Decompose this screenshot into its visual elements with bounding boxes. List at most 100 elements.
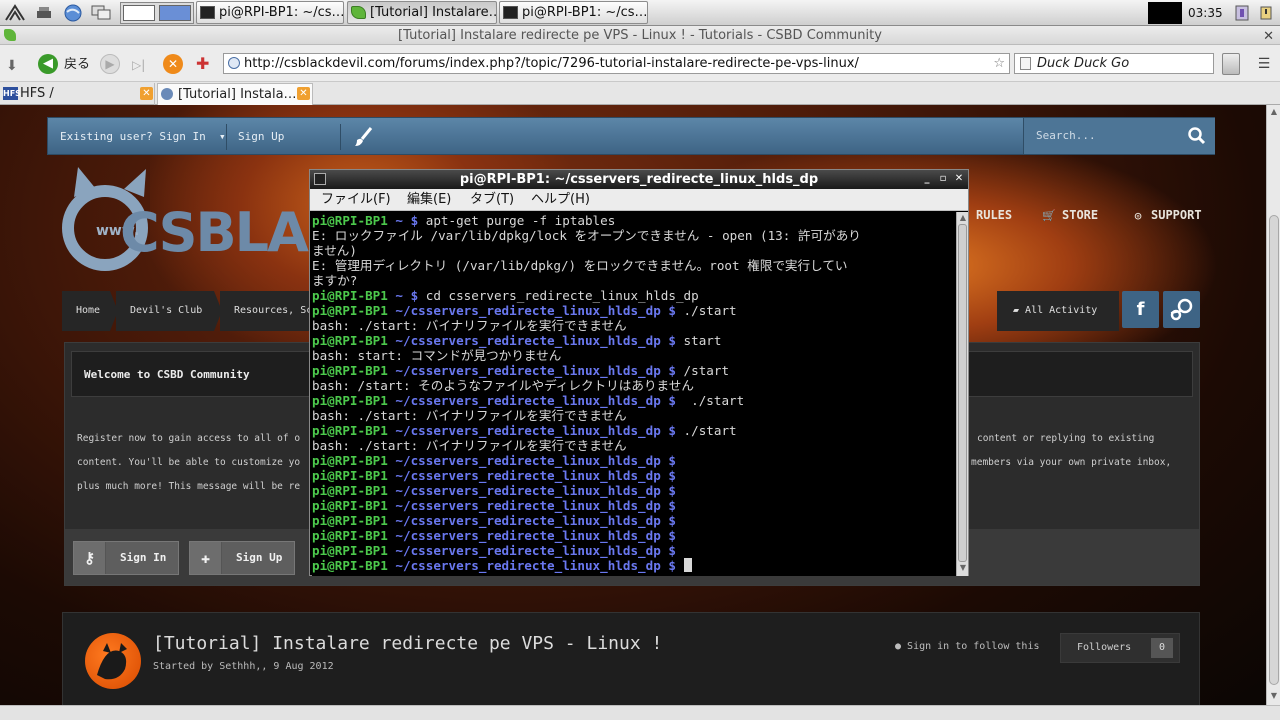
- terminal-line: pi@RPI-BP1 ~/csservers_redirecte_linux_h…: [312, 483, 956, 498]
- prompt-user: pi@RPI-BP1: [312, 288, 388, 303]
- scroll-up-icon[interactable]: ▲: [1269, 107, 1279, 117]
- all-activity-link[interactable]: ▰ All Activity: [997, 291, 1119, 331]
- site-favicon-icon: [161, 88, 173, 100]
- bookmark-star-icon[interactable]: ☆: [993, 54, 1005, 73]
- terminal-window[interactable]: pi@RPI-BP1: ~/csservers_redirecte_linux_…: [309, 169, 969, 576]
- bookmark-add-icon[interactable]: ✚: [196, 53, 216, 75]
- browser-titlebar[interactable]: [Tutorial] Instalare redirecte pe VPS - …: [0, 26, 1280, 45]
- welcome-text-line2-left: content. You'll be able to customize yo: [77, 457, 301, 468]
- avatar[interactable]: [85, 633, 141, 689]
- scroll-down-icon[interactable]: ▼: [1269, 691, 1279, 701]
- tab-tutorial[interactable]: [Tutorial] Instala…: [157, 83, 313, 105]
- command-text: ./start: [675, 393, 745, 408]
- tab-close-icon[interactable]: ✕: [140, 87, 153, 100]
- menu-icon[interactable]: ☰: [1254, 53, 1274, 75]
- start-menu-icon[interactable]: [4, 3, 26, 23]
- task-browser[interactable]: [Tutorial] Instalare…: [347, 1, 497, 24]
- maximize-icon[interactable]: ▫: [936, 172, 950, 186]
- signup-link[interactable]: Sign Up: [238, 118, 284, 156]
- url-input[interactable]: http://csblackdevil.com/forums/index.php…: [223, 53, 1010, 74]
- tab-close-icon[interactable]: ✕: [297, 87, 310, 100]
- folder-icon: ▰: [1013, 305, 1026, 316]
- terminal-titlebar[interactable]: pi@RPI-BP1: ~/csservers_redirecte_linux_…: [310, 170, 968, 189]
- workspace-pager[interactable]: [120, 2, 194, 24]
- command-text: cd csservers_redirecte_linux_hlds_dp: [418, 288, 699, 303]
- minimize-icon[interactable]: _: [920, 172, 934, 186]
- output-text: bash: ./start: バイナリファイルを実行できません: [312, 408, 627, 423]
- terminal-output[interactable]: pi@RPI-BP1 ~ $ apt-get purge -f iptables…: [312, 212, 956, 576]
- workspace-2[interactable]: [159, 5, 191, 21]
- terminal-line: pi@RPI-BP1 ~/csservers_redirecte_linux_h…: [312, 543, 956, 558]
- terminal-scrollbar[interactable]: ▲ ▼: [956, 212, 968, 576]
- download-icon[interactable]: ⬇: [6, 55, 28, 77]
- prompt-path: ~/csservers_redirecte_linux_hlds_dp $: [387, 393, 676, 408]
- terminal-line: pi@RPI-BP1 ~/csservers_redirecte_linux_h…: [312, 528, 956, 543]
- show-desktop-icon[interactable]: [34, 3, 56, 23]
- command-text: ./start: [675, 303, 737, 318]
- scroll-up-icon[interactable]: ▲: [958, 213, 968, 223]
- scrollbar-thumb[interactable]: [958, 224, 967, 562]
- menu-edit[interactable]: 編集(E): [407, 189, 451, 211]
- tab-strip: HFS HFS / ✕ [Tutorial] Instala… ✕: [0, 82, 1280, 105]
- stop-icon[interactable]: ✕: [163, 54, 183, 74]
- topic-title: [Tutorial] Instalare redirecte pe VPS - …: [153, 633, 663, 654]
- prompt-path: ~/csservers_redirecte_linux_hlds_dp $: [387, 363, 676, 378]
- output-text: bash: /start: そのようなファイルやディレクトリはありません: [312, 378, 694, 393]
- search-engine-input[interactable]: Duck Duck Go: [1014, 53, 1214, 74]
- output-text: E: ロックファイル /var/lib/dpkg/lock をオープンできません…: [312, 228, 861, 243]
- signup-button[interactable]: ✚ Sign Up: [189, 541, 295, 575]
- signin-button[interactable]: ⚷ Sign In: [73, 541, 179, 575]
- scrollbar-thumb[interactable]: [1269, 215, 1279, 685]
- signin-link[interactable]: Existing user? Sign In ▾: [60, 118, 226, 156]
- page-scrollbar[interactable]: ▲ ▼: [1266, 105, 1280, 705]
- prompt-path: ~/csservers_redirecte_linux_hlds_dp $: [387, 333, 676, 348]
- nav-rules[interactable]: RULES: [976, 201, 1012, 229]
- terminal-line: pi@RPI-BP1 ~/csservers_redirecte_linux_h…: [312, 468, 956, 483]
- menu-tabs[interactable]: タブ(T): [470, 189, 514, 211]
- task-terminal-1[interactable]: pi@RPI-BP1: ~/cs…: [196, 1, 344, 24]
- forward-arrow-icon[interactable]: ▶: [100, 54, 120, 74]
- prompt-user: pi@RPI-BP1: [312, 558, 388, 573]
- back-arrow-icon[interactable]: ◀: [38, 54, 58, 74]
- breadcrumb-devils-club[interactable]: Devil's Club: [116, 291, 222, 331]
- cpu-monitor: [1148, 2, 1182, 24]
- power-icon[interactable]: [1258, 4, 1274, 22]
- prompt-path: ~ $: [387, 288, 419, 303]
- site-search[interactable]: Search...: [1023, 118, 1215, 154]
- tab-hfs[interactable]: HFS HFS /: [0, 83, 155, 105]
- terminal-line: pi@RPI-BP1 ~/csservers_redirecte_linux_h…: [312, 303, 956, 318]
- facebook-button[interactable]: f: [1122, 291, 1159, 328]
- cursor: [683, 558, 692, 572]
- nav-support[interactable]: ◎ SUPPORT: [1131, 201, 1202, 229]
- volume-icon[interactable]: [1234, 4, 1250, 22]
- followers-button[interactable]: Followers 0: [1060, 633, 1180, 663]
- file-manager-icon[interactable]: [90, 3, 112, 23]
- brush-icon[interactable]: [353, 126, 377, 148]
- back-button[interactable]: 戻る: [64, 54, 90, 76]
- close-icon[interactable]: ✕: [1263, 27, 1274, 46]
- menu-file[interactable]: ファイル(F): [321, 189, 391, 211]
- search-icon[interactable]: [1187, 126, 1207, 146]
- key-icon: ⚷: [74, 542, 106, 574]
- nav-store[interactable]: 🛒 STORE: [1042, 201, 1098, 229]
- prompt-path: ~/csservers_redirecte_linux_hlds_dp $: [387, 468, 676, 483]
- trash-icon[interactable]: [1222, 53, 1240, 75]
- search-engine-icon: [1020, 57, 1031, 70]
- close-icon[interactable]: ✕: [952, 172, 966, 186]
- breadcrumb-resources[interactable]: Resources, Sc: [220, 291, 318, 331]
- command-text: ./start: [675, 423, 737, 438]
- terminal-line: pi@RPI-BP1 ~/csservers_redirecte_linux_h…: [312, 363, 956, 378]
- browser-launcher-icon[interactable]: [62, 3, 84, 23]
- prompt-path: ~/csservers_redirecte_linux_hlds_dp $: [387, 528, 676, 543]
- terminal-line: pi@RPI-BP1 ~/csservers_redirecte_linux_h…: [312, 513, 956, 528]
- site-logo[interactable]: www. CSBLAC: [60, 163, 347, 273]
- skip-forward-icon[interactable]: ▷|: [132, 54, 145, 76]
- workspace-1[interactable]: [123, 5, 155, 21]
- scroll-down-icon[interactable]: ▼: [958, 563, 968, 573]
- steam-button[interactable]: [1163, 291, 1200, 328]
- breadcrumb-home[interactable]: Home: [62, 291, 118, 331]
- menu-help[interactable]: ヘルプ(H): [531, 189, 590, 211]
- clock[interactable]: 03:35: [1188, 0, 1228, 26]
- site-search-input[interactable]: Search...: [1036, 118, 1096, 154]
- task-terminal-2[interactable]: pi@RPI-BP1: ~/cs…: [499, 1, 648, 24]
